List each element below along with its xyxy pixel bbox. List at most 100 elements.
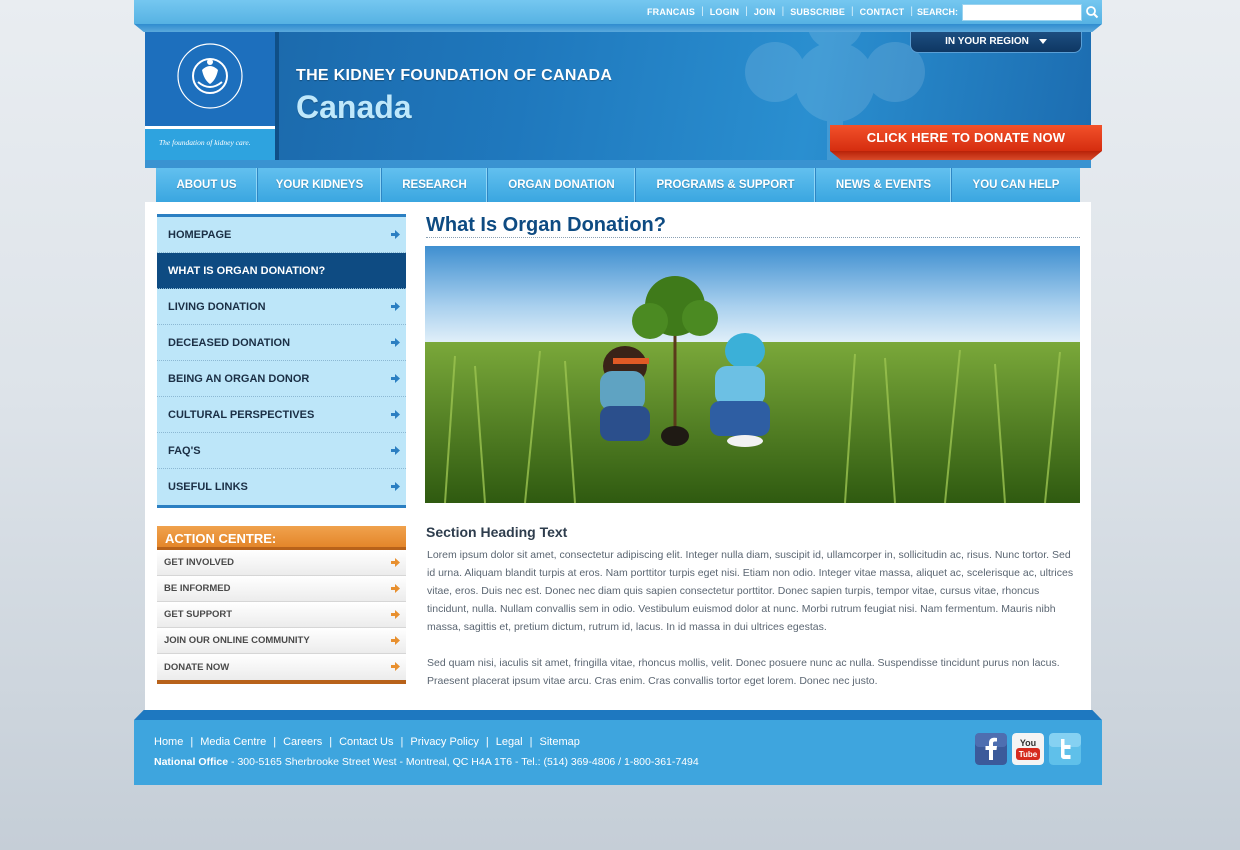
login-link[interactable]: LOGIN [710, 7, 740, 17]
youtube-icon[interactable]: You Tube [1012, 733, 1044, 765]
action-item-label: JOIN OUR ONLINE COMMUNITY [164, 635, 310, 646]
separator: | [851, 6, 854, 17]
facebook-icon[interactable] [975, 733, 1007, 765]
nav-research[interactable]: RESEARCH [382, 168, 488, 202]
utility-bar: FRANCAIS | LOGIN | JOIN | SUBSCRIBE | CO… [134, 0, 1102, 24]
arrow-right-icon [391, 230, 400, 239]
separator: | [400, 736, 404, 748]
action-item-get-involved[interactable]: GET INVOLVED [157, 550, 406, 576]
section-heading: Section Heading Text [426, 524, 568, 540]
action-item-label: DONATE NOW [164, 661, 230, 673]
side-item-useful-links[interactable]: USEFUL LINKS [157, 469, 406, 505]
site-footer: Home | Media Centre | Careers | Contact … [134, 720, 1102, 785]
side-item-label: USEFUL LINKS [168, 481, 248, 493]
twitter-icon[interactable] [1049, 733, 1081, 765]
action-item-join-community[interactable]: JOIN OUR ONLINE COMMUNITY [157, 628, 406, 654]
action-item-get-support[interactable]: GET SUPPORT [157, 602, 406, 628]
nav-news-events[interactable]: NEWS & EVENTS [816, 168, 952, 202]
nav-band [145, 160, 1091, 168]
kidney-foundation-seal-icon [177, 43, 243, 109]
side-item-deceased-donation[interactable]: DECEASED DONATION [157, 325, 406, 361]
donate-ribbon-fold [830, 151, 1102, 160]
separator: | [701, 6, 704, 17]
footer-media-centre-link[interactable]: Media Centre [200, 736, 266, 748]
footer-careers-link[interactable]: Careers [283, 736, 322, 748]
nav-programs-support[interactable]: PROGRAMS & SUPPORT [636, 168, 816, 202]
nav-you-can-help[interactable]: YOU CAN HELP [952, 168, 1080, 202]
action-item-label: GET SUPPORT [164, 609, 233, 620]
org-title: THE KIDNEY FOUNDATION OF CANADA [296, 67, 613, 84]
children-planting-tree-image [425, 246, 1080, 503]
arrow-right-icon [391, 482, 400, 491]
side-item-living-donation[interactable]: LIVING DONATION [157, 289, 406, 325]
separator: | [529, 736, 533, 748]
footer-edge [134, 710, 1102, 720]
separator: | [273, 736, 277, 748]
main-nav: ABOUT US YOUR KIDNEYS RESEARCH ORGAN DON… [156, 168, 1080, 202]
separator: | [745, 6, 748, 17]
action-item-label: BE INFORMED [164, 583, 231, 594]
side-item-being-an-organ-donor[interactable]: BEING AN ORGAN DONOR [157, 361, 406, 397]
region-selector[interactable]: IN YOUR REGION [910, 32, 1082, 53]
contact-link[interactable]: CONTACT [860, 7, 905, 17]
side-item-label: FAQ'S [168, 444, 201, 457]
search-label: SEARCH: [917, 7, 959, 17]
header-divider [275, 32, 279, 160]
donate-now-button[interactable]: CLICK HERE TO DONATE NOW [830, 125, 1102, 151]
action-centre: ACTION CENTRE: GET INVOLVED BE INFORMED … [157, 526, 406, 684]
side-item-label: DECEASED DONATION [168, 336, 291, 349]
side-item-label: CULTURAL PERSPECTIVES [168, 408, 315, 421]
arrow-right-icon [391, 446, 400, 455]
arrow-right-icon [391, 584, 400, 593]
footer-legal-link[interactable]: Legal [496, 736, 523, 748]
logo[interactable]: The foundation of kidney care. [145, 32, 275, 160]
separator: | [781, 6, 785, 17]
arrow-right-icon [391, 410, 400, 419]
chevron-down-icon [1038, 38, 1047, 44]
org-subtitle: Canada [296, 89, 412, 125]
arrow-right-icon [391, 558, 400, 567]
office-address: - 300-5165 Sherbrooke Street West - Mont… [228, 756, 699, 768]
separator: | [910, 6, 913, 17]
separator: | [485, 736, 489, 748]
tagline-strip: The foundation of kidney care. [145, 126, 275, 160]
action-item-label: GET INVOLVED [164, 557, 235, 568]
topbar-edge [134, 24, 1102, 32]
side-nav-bottom-border [157, 505, 406, 508]
search-icon[interactable] [1085, 5, 1099, 19]
svg-text:Tube: Tube [1019, 750, 1038, 759]
nav-organ-donation[interactable]: ORGAN DONATION [488, 168, 636, 202]
footer-contact-us-link[interactable]: Contact Us [339, 736, 393, 748]
nav-your-kidneys[interactable]: YOUR KIDNEYS [258, 168, 382, 202]
nav-about-us[interactable]: ABOUT US [156, 168, 258, 202]
footer-home-link[interactable]: Home [154, 736, 183, 748]
side-item-label: LIVING DONATION [168, 300, 266, 313]
body-paragraph: Sed quam nisi, iaculis sit amet, fringil… [427, 657, 1060, 687]
action-item-donate-now[interactable]: DONATE NOW [157, 654, 406, 680]
subscribe-link[interactable]: SUBSCRIBE [790, 7, 845, 17]
separator: | [190, 736, 194, 748]
side-item-what-is-organ-donation[interactable]: WHAT IS ORGAN DONATION? [157, 253, 406, 289]
utility-links: FRANCAIS | LOGIN | JOIN | SUBSCRIBE | CO… [647, 6, 919, 18]
side-item-faqs[interactable]: FAQ'S [157, 433, 406, 469]
region-label: IN YOUR REGION [945, 36, 1029, 47]
footer-privacy-policy-link[interactable]: Privacy Policy [410, 736, 478, 748]
hero-image [425, 246, 1080, 503]
action-item-be-informed[interactable]: BE INFORMED [157, 576, 406, 602]
action-centre-bottom-border [157, 680, 406, 684]
footer-sitemap-link[interactable]: Sitemap [539, 736, 579, 748]
side-item-label: HOMEPAGE [168, 228, 232, 241]
arrow-right-icon [391, 662, 400, 671]
side-nav: HOMEPAGE WHAT IS ORGAN DONATION? LIVING … [157, 214, 406, 508]
arrow-right-icon [391, 610, 400, 619]
side-item-homepage[interactable]: HOMEPAGE [157, 217, 406, 253]
tagline: The foundation of kidney care. [159, 138, 251, 147]
arrow-right-icon [391, 636, 400, 645]
francais-link[interactable]: FRANCAIS [647, 7, 695, 17]
footer-links: Home | Media Centre | Careers | Contact … [154, 736, 580, 748]
page-title: What Is Organ Donation? [426, 214, 1080, 238]
search-input[interactable] [962, 4, 1082, 21]
side-item-label: WHAT IS ORGAN DONATION? [168, 264, 326, 277]
side-item-cultural-perspectives[interactable]: CULTURAL PERSPECTIVES [157, 397, 406, 433]
join-link[interactable]: JOIN [754, 7, 776, 17]
